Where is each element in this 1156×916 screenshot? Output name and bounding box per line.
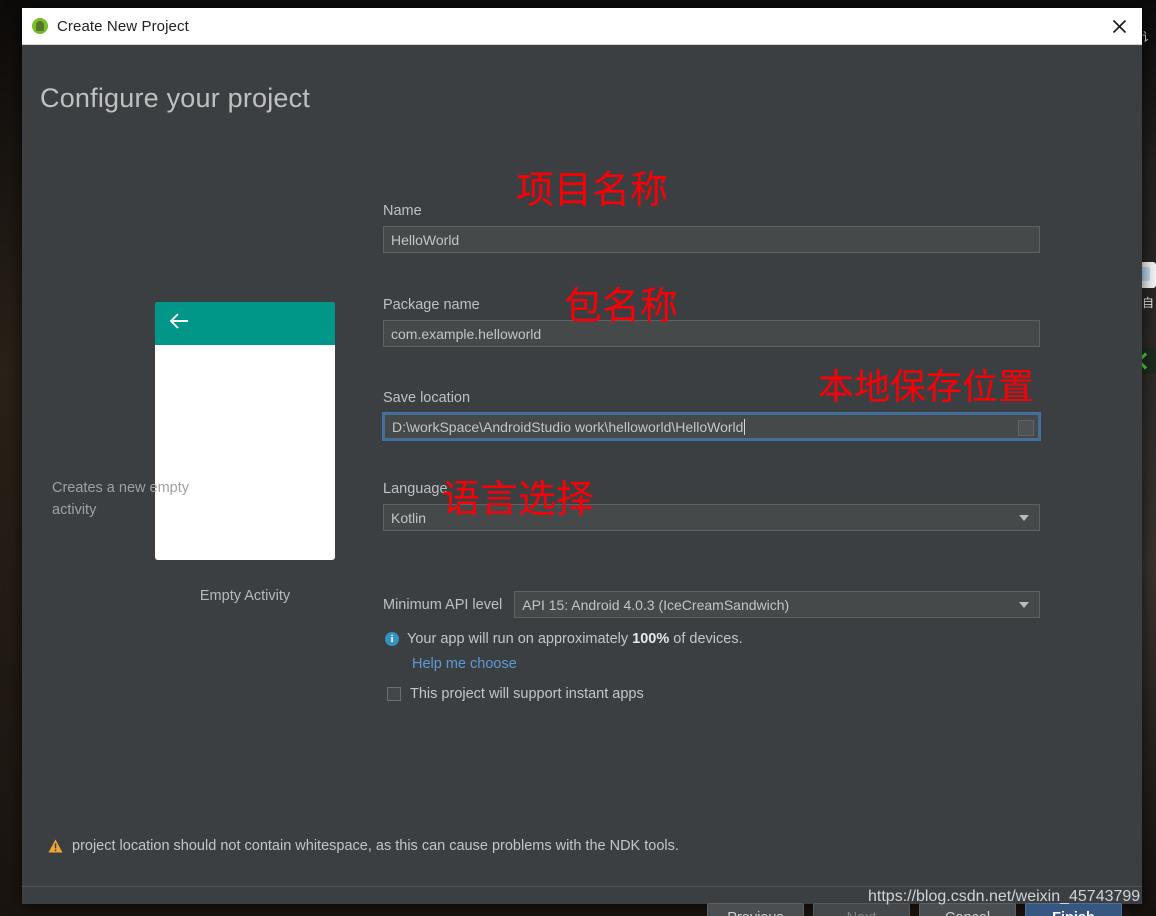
- close-icon[interactable]: [1096, 8, 1142, 44]
- warning-triangle-icon: [48, 839, 63, 853]
- chevron-down-icon[interactable]: [1015, 505, 1033, 530]
- device-coverage-info: i Your app will run on approximately 100…: [385, 631, 743, 647]
- language-label: Language: [383, 481, 448, 497]
- minimum-api-level-row: Minimum API level API 15: Android 4.0.3 …: [383, 591, 1040, 618]
- button-bar-divider: [22, 886, 1142, 887]
- device-coverage-text-after: of devices.: [669, 631, 743, 647]
- dialog-body: Configure your project Empty Activity Cr…: [22, 45, 1142, 916]
- name-field-group: Name HelloWorld: [383, 203, 1040, 253]
- package-name-label: Package name: [383, 297, 480, 313]
- text-caret: [744, 418, 746, 435]
- device-coverage-text: Your app will run on approximately 100% …: [407, 631, 743, 647]
- save-location-input-value: D:\workSpace\AndroidStudio work\hellowor…: [392, 418, 744, 435]
- chevron-down-icon[interactable]: [1015, 592, 1033, 617]
- watermark: https://blog.csdn.net/weixin_45743799: [868, 888, 1141, 905]
- validation-warning: project location should not contain whit…: [48, 838, 679, 854]
- arrow-left-icon: [169, 312, 191, 335]
- save-location-input[interactable]: D:\workSpace\AndroidStudio work\hellowor…: [382, 412, 1041, 441]
- dialog-title-bar: Create New Project: [22, 8, 1142, 45]
- previous-button[interactable]: Previous: [707, 903, 804, 916]
- android-icon: [32, 18, 48, 34]
- instant-apps-row[interactable]: This project will support instant apps: [387, 686, 644, 702]
- package-name-input-value: com.example.helloworld: [391, 325, 542, 342]
- minimum-api-level-value: API 15: Android 4.0.3 (IceCreamSandwich): [522, 596, 790, 613]
- activity-preview-card: [155, 302, 335, 560]
- create-new-project-dialog: Create New Project Configure your projec…: [22, 8, 1142, 916]
- instant-apps-checkbox[interactable]: [387, 687, 401, 701]
- dialog-title: Create New Project: [57, 17, 189, 35]
- language-select-value: Kotlin: [391, 509, 427, 526]
- language-select[interactable]: Kotlin: [383, 504, 1040, 531]
- save-location-field-group: Save location D:\workSpace\AndroidStudio…: [382, 390, 1041, 441]
- name-input[interactable]: HelloWorld: [383, 226, 1040, 253]
- save-location-label: Save location: [383, 390, 471, 406]
- name-input-value: HelloWorld: [391, 231, 460, 248]
- page-title: Configure your project: [40, 83, 311, 113]
- name-label: Name: [383, 203, 422, 219]
- package-name-field-group: Package name com.example.helloworld: [383, 297, 1040, 347]
- language-field-group: Language Kotlin: [383, 481, 1040, 531]
- preview-appbar: [155, 302, 335, 345]
- validation-warning-text: project location should not contain whit…: [72, 838, 679, 854]
- folder-browse-icon[interactable]: [1018, 420, 1034, 436]
- minimum-api-level-label: Minimum API level: [383, 596, 503, 613]
- template-name-label: Empty Activity: [199, 588, 291, 604]
- device-coverage-text-before: Your app will run on approximately: [407, 631, 633, 647]
- device-coverage-percent: 100%: [632, 631, 670, 647]
- info-icon: i: [385, 632, 399, 646]
- minimum-api-level-select[interactable]: API 15: Android 4.0.3 (IceCreamSandwich): [514, 591, 1040, 618]
- package-name-input[interactable]: com.example.helloworld: [383, 320, 1040, 347]
- template-description: Creates a new empty activity: [52, 480, 190, 518]
- template-preview-panel: Empty Activity: [132, 302, 382, 604]
- instant-apps-label: This project will support instant apps: [410, 686, 644, 702]
- help-me-choose-link[interactable]: Help me choose: [412, 656, 517, 672]
